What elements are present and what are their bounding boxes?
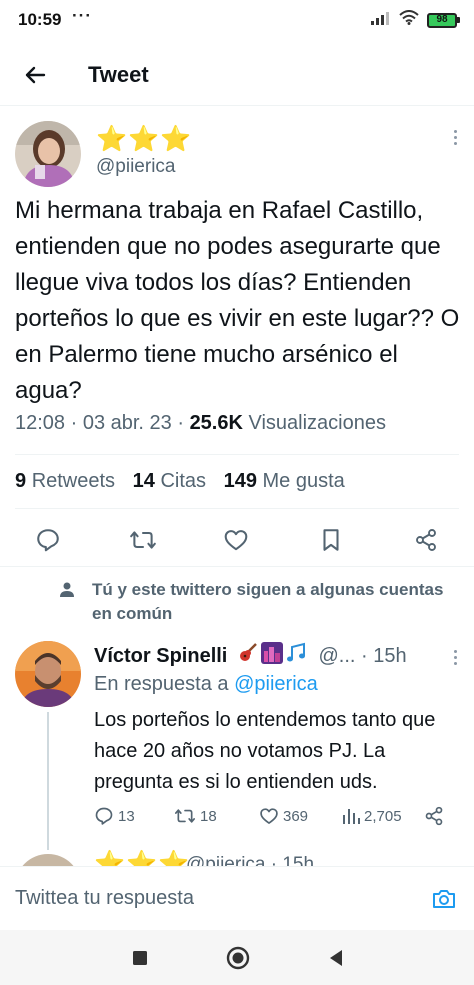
divider [15,454,459,455]
views-count: 25.6K [189,412,243,434]
divider [15,508,459,509]
wifi-icon [399,10,419,30]
reply-actions: 13 18 369 2,705 [94,802,454,830]
next-reply-avatar[interactable] [15,854,81,866]
social-context-text: Tú y este twittero siguen a algunas cuen… [92,580,444,623]
heart-icon [260,808,278,824]
reply-count: 13 [118,807,135,825]
recents-button[interactable] [126,944,154,972]
notification-dots: ··· [72,6,92,25]
reply-composer: Twittea tu respuesta [0,866,474,930]
tweet-actions [0,520,474,560]
reply-input[interactable]: Twittea tu respuesta [15,887,194,910]
status-icons: 98 [371,10,460,30]
reply-button[interactable] [34,526,62,554]
name-emoji [237,642,309,664]
retweet-icon [174,809,195,823]
views-label: Visualizaciones [242,412,386,434]
battery-level: 98 [427,12,457,28]
reply-share-button[interactable] [424,802,444,830]
thread-line [47,712,49,850]
replying-to-link[interactable]: @piierica [234,673,318,695]
replying-to: En respuesta a @piierica [94,673,318,696]
tweet-metadata: 12:08 · 03 abr. 23 · 25.6K Visualizacion… [15,412,386,435]
likes-stat[interactable]: 149 Me gusta [224,470,345,492]
reply-handle-time: @... · 15h [318,645,407,667]
reply-icon [95,807,113,825]
retweet-button[interactable] [129,526,157,554]
home-button[interactable] [224,944,252,972]
reply-reply-button[interactable]: 13 [94,802,135,830]
bookmark-button[interactable] [317,526,345,554]
reply-author-name[interactable]: Víctor Spinelli [94,645,227,667]
home-circle-icon [226,946,250,970]
bookmark-icon [323,529,339,551]
retweets-stat[interactable]: 9 Retweets [15,470,115,492]
guitar-emoji-icon [239,643,257,661]
quotes-stat[interactable]: 14 Citas [133,470,206,492]
tweet-stats: 9 Retweets 14 Citas 149 Me gusta [15,470,345,493]
status-time: 10:59 [18,10,62,29]
page-title: Tweet [88,62,149,87]
back-arrow-icon [25,66,46,84]
reply-retweet-button[interactable]: 18 [174,802,217,830]
like-count: 369 [283,807,309,825]
signal-icon [371,11,391,30]
back-nav-button[interactable] [322,944,350,972]
heart-icon [224,530,248,551]
retweet-icon [130,531,156,549]
back-button[interactable] [20,60,50,90]
reply-icon [37,529,59,552]
tweet-timestamp: 12:08 · 03 abr. 23 · [15,412,190,434]
share-button[interactable] [412,526,440,554]
replying-to-prefix: En respuesta a [94,673,235,695]
author-avatar[interactable] [15,121,81,187]
reply-header: Víctor Spinelli @... · 15h [94,642,407,668]
music-notes-emoji-icon [286,642,305,662]
system-nav-bar [0,930,474,985]
social-context: Tú y este twittero siguen a algunas cuen… [60,578,444,626]
more-options-icon[interactable] [454,130,458,145]
battery-icon: 98 [427,12,460,28]
square-icon [133,951,147,965]
views-count: 2,705 [364,807,402,825]
share-icon [416,529,436,551]
reply-like-button[interactable]: 369 [259,802,308,830]
next-reply-handle-time: @piierica · 15h [186,854,315,866]
section-divider [0,566,474,567]
status-bar: 10:59 ··· 98 [0,0,474,44]
retweet-count: 18 [200,807,217,825]
camera-icon [433,890,455,908]
reply-author-avatar[interactable] [15,641,81,707]
tweet-text: Mi hermana trabaja en Rafael Castillo, e… [15,197,460,404]
views-chart-icon [343,809,360,824]
reply-more-options-icon[interactable] [454,650,458,665]
camera-button[interactable] [428,883,460,915]
reply-views-button[interactable]: 2,705 [342,802,402,830]
share-icon [425,806,443,826]
like-button[interactable] [222,526,250,554]
top-app-bar: Tweet [0,44,474,106]
next-reply-author-name: ⭐⭐⭐ [94,850,191,866]
back-triangle-icon [330,950,342,966]
next-reply-peek: ⭐⭐⭐ @piierica · 15h [0,848,474,866]
author-handle[interactable]: @piierica [96,156,175,178]
author-display-name: ⭐⭐⭐ [96,125,193,153]
reply-text: Los porteños lo entendemos tanto que hac… [94,709,436,793]
person-icon [60,582,74,597]
night-city-emoji-icon [260,642,283,664]
